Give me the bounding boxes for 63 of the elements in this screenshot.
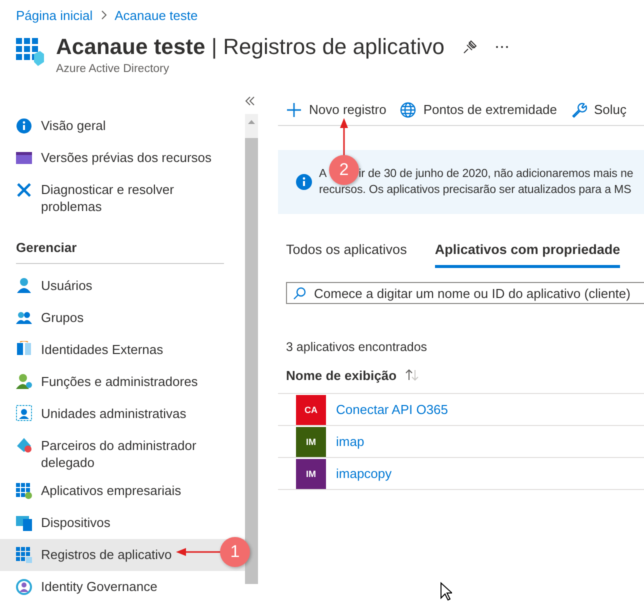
breadcrumb-link[interactable]: Página inicial bbox=[16, 8, 93, 22]
sidebar-item-icon bbox=[16, 482, 32, 499]
page-subtitle: Azure Active Directory bbox=[56, 63, 170, 75]
banner-text: ir de 30 de junho de 2020, não adicionaremos mais ne bbox=[358, 166, 634, 182]
sidebar-item[interactable]: Identity Governance bbox=[0, 571, 245, 603]
search-field[interactable]: Comece a digitar um nome ou ID do aplicativo (cliente) bbox=[286, 282, 644, 304]
app-link[interactable]: imapcopy bbox=[336, 466, 392, 481]
sidebar-item-icon bbox=[16, 276, 32, 294]
banner-text: recursos. Os aplicativos precisarão ser atualizados para a MS bbox=[319, 182, 632, 198]
sidebar-item[interactable]: Aplicativos empresariais bbox=[0, 475, 245, 507]
sidebar-item-icon bbox=[16, 181, 32, 198]
toolbar-button[interactable]: Pontos de extremidade bbox=[400, 102, 558, 118]
sidebar-item-icon bbox=[16, 117, 32, 134]
sort-icon[interactable] bbox=[404, 369, 419, 381]
cursor-icon bbox=[440, 582, 452, 601]
app-avatar: IM bbox=[296, 426, 326, 456]
section-heading: Gerenciar bbox=[16, 220, 224, 264]
toolbar-button[interactable]: Novo registro bbox=[286, 102, 386, 118]
page-title: Acanaue teste | Registros de aplicativo bbox=[56, 34, 444, 60]
annotation-arrow bbox=[176, 547, 222, 557]
toolbar-button[interactable]: Soluç bbox=[571, 102, 627, 118]
globe-icon bbox=[400, 102, 416, 118]
plus-icon bbox=[286, 102, 302, 118]
sidebar-item[interactable]: Usuários bbox=[0, 270, 245, 302]
sidebar-item[interactable]: Versões prévias dos recursos bbox=[0, 142, 245, 174]
tab[interactable]: Aplicativos com propriedade bbox=[434, 242, 620, 268]
sidebar-item-icon bbox=[16, 404, 32, 422]
wrench-icon bbox=[571, 102, 588, 118]
sidebar-item[interactable]: Funções e administradores bbox=[0, 366, 245, 398]
table-row[interactable]: CA Conectar API O365 bbox=[278, 394, 644, 426]
sidebar-item[interactable]: Parceiros do administrador delegado bbox=[0, 430, 245, 475]
app-grid-icon bbox=[16, 38, 44, 66]
chevron-icon bbox=[100, 10, 107, 20]
app-link[interactable]: imap bbox=[336, 434, 364, 449]
annotation-arrow bbox=[339, 118, 349, 158]
table-row[interactable]: IM imap bbox=[278, 426, 644, 458]
sidebar-item[interactable]: Diagnosticar e resolver problemas bbox=[0, 174, 245, 220]
tab[interactable]: Todos os aplicativos bbox=[286, 242, 407, 268]
search-icon bbox=[293, 286, 306, 300]
result-count: 3 aplicativos encontrados bbox=[286, 340, 428, 354]
column-header[interactable]: Nome de exibição bbox=[286, 368, 397, 382]
app-avatar: CA bbox=[296, 394, 326, 424]
more-icon[interactable] bbox=[494, 45, 508, 49]
sidebar-item-icon bbox=[16, 149, 32, 166]
sidebar-item[interactable]: Unidades administrativas bbox=[0, 398, 245, 430]
sidebar-item[interactable]: Identidades Externas bbox=[0, 334, 245, 366]
sidebar-item-icon bbox=[16, 372, 32, 390]
table-row[interactable]: IM imapcopy bbox=[278, 458, 644, 490]
sidebar-item[interactable]: Visão geral bbox=[0, 110, 245, 142]
collapse-icon[interactable] bbox=[244, 94, 256, 108]
sidebar-item-icon bbox=[16, 436, 32, 454]
sidebar-item-icon bbox=[16, 578, 32, 595]
info-icon bbox=[296, 174, 312, 190]
sidebar-item-icon bbox=[16, 340, 32, 358]
pin-icon[interactable] bbox=[462, 40, 476, 54]
app-link[interactable]: Conectar API O365 bbox=[336, 402, 448, 417]
sidebar-item[interactable]: Dispositivos bbox=[0, 507, 245, 539]
app-avatar: IM bbox=[296, 458, 326, 488]
sidebar-item[interactable]: Grupos bbox=[0, 302, 245, 334]
banner-text: A bbox=[319, 166, 327, 182]
breadcrumb-link[interactable]: Acanaue teste bbox=[114, 8, 198, 22]
sidebar-item-icon bbox=[16, 546, 32, 563]
sidebar-item-icon bbox=[16, 514, 32, 531]
